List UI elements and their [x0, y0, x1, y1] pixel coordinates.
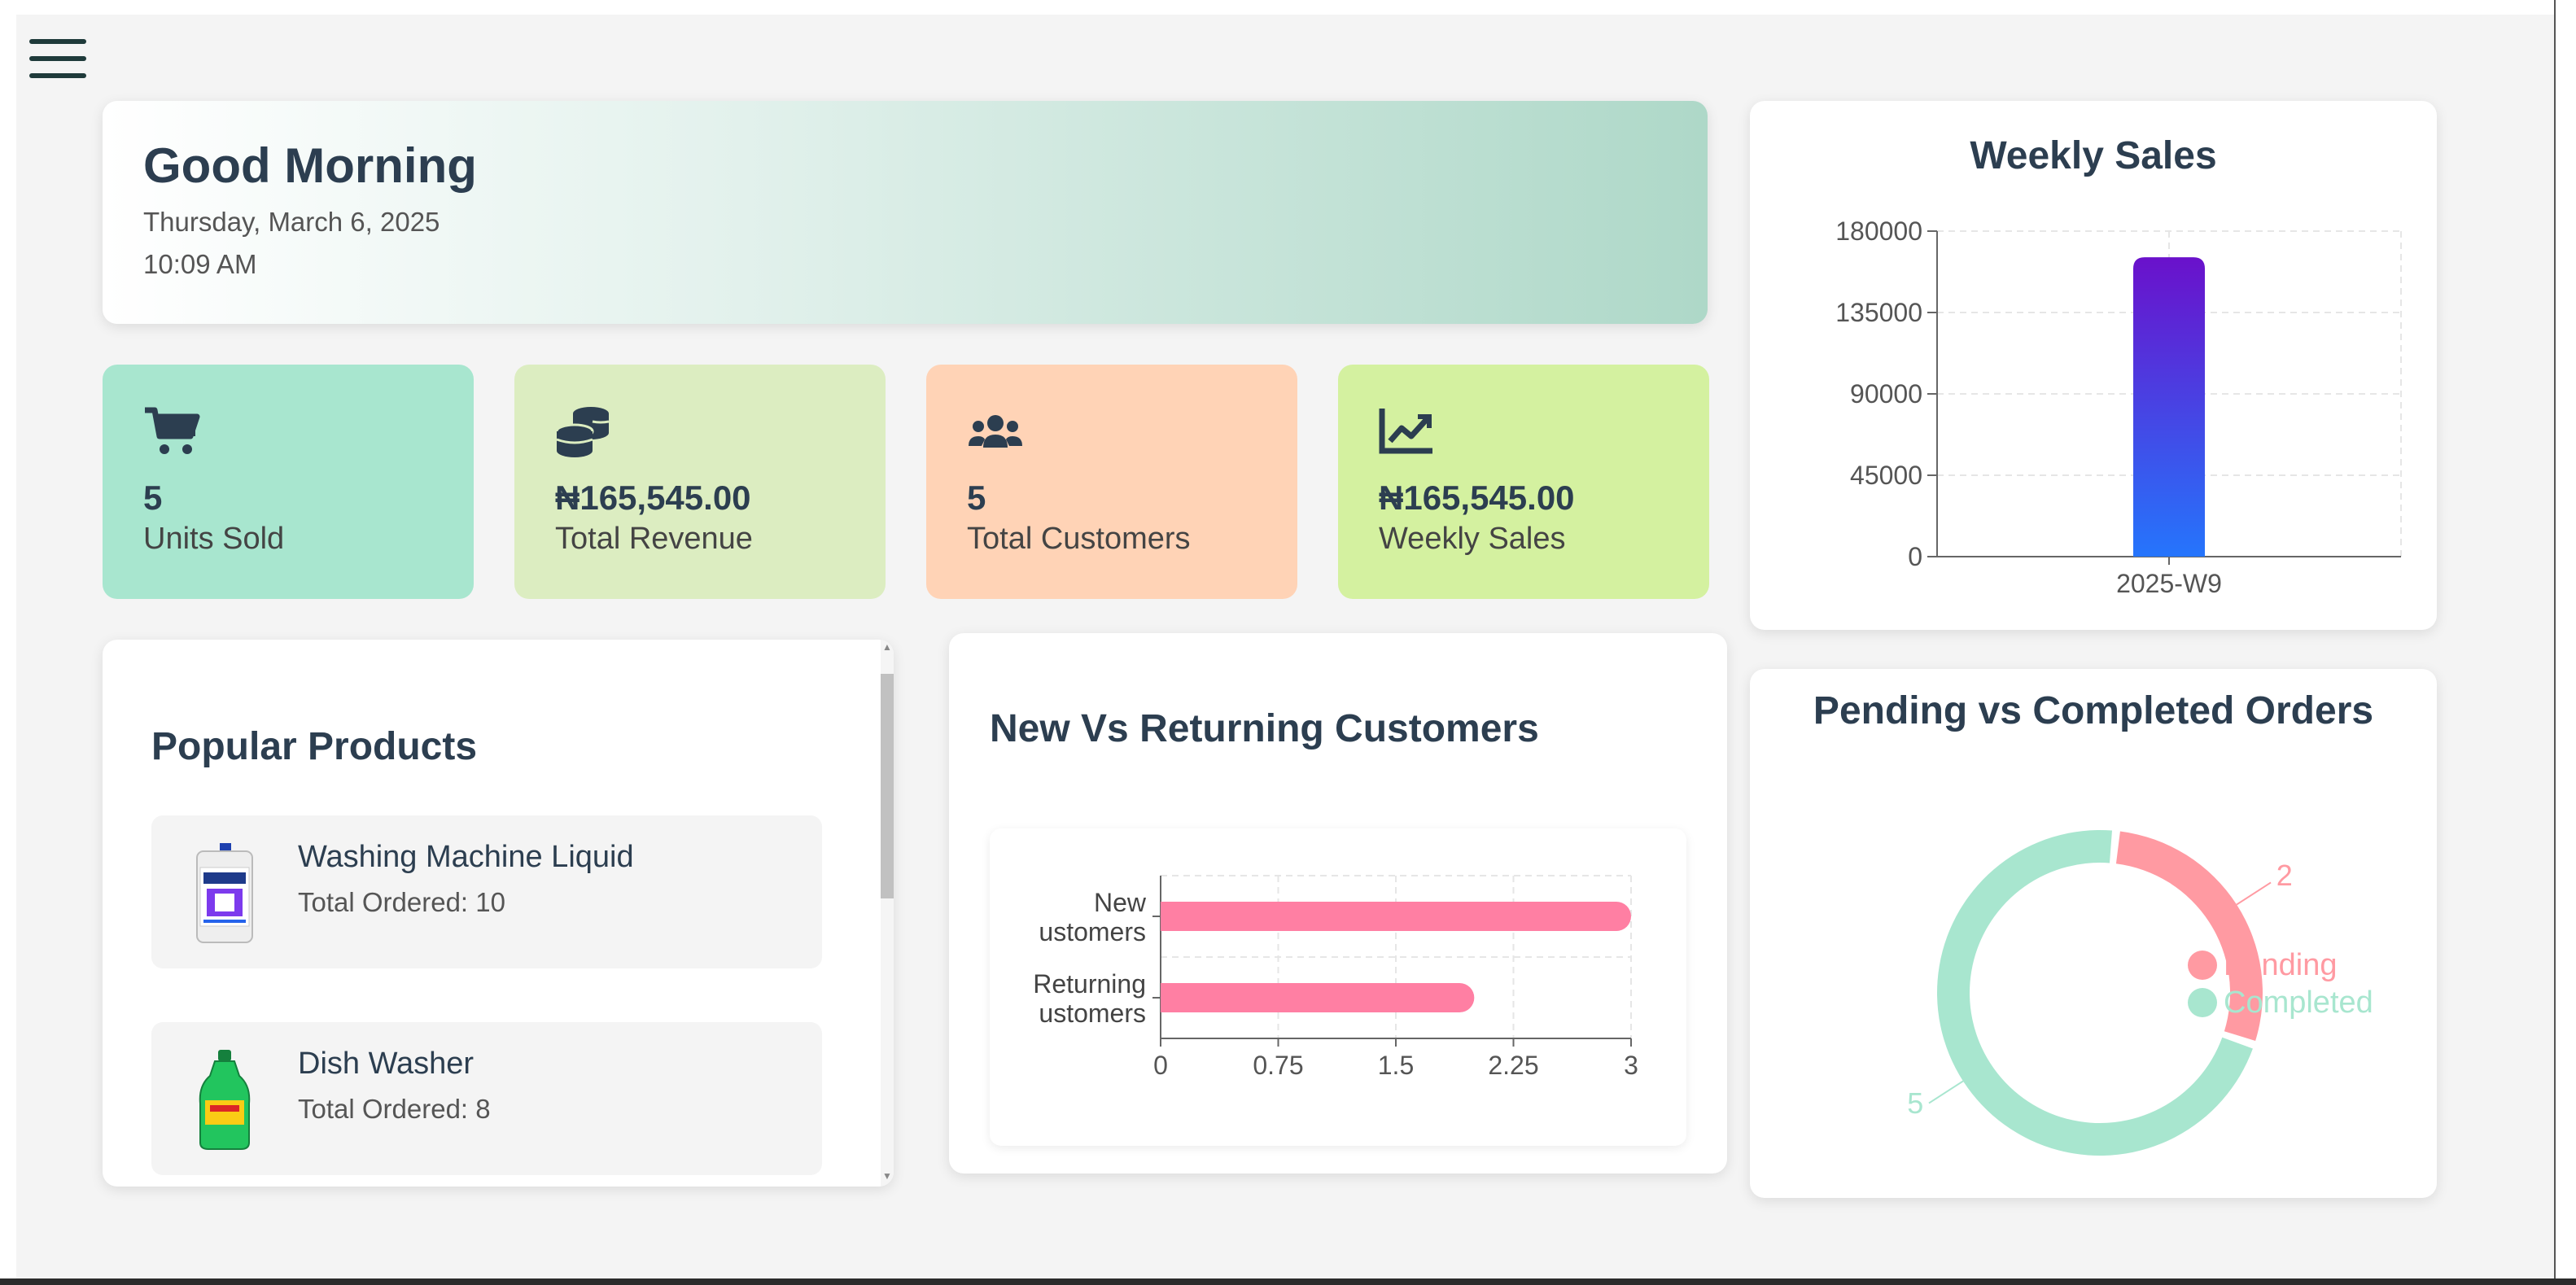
stat-value: 5 [967, 479, 986, 517]
y-tick-label: 135000 [1835, 298, 1922, 327]
stat-card-total-revenue: ₦165,545.00 Total Revenue [514, 365, 886, 599]
chart-title: New Vs Returning Customers [990, 707, 1539, 750]
product-ordered: Total Ordered: 10 [298, 887, 505, 917]
users-icon [969, 415, 1022, 448]
weekly-sales-chart: 180000 135000 90000 45000 0 2025-W9 [1835, 216, 2402, 598]
stat-label: Total Revenue [555, 522, 753, 556]
new-vs-returning-card: New Vs Returning Customers 0 0.75 1.5 2.25 3… [949, 633, 1727, 1174]
stat-card-weekly-sales: ₦165,545.00 Weekly Sales [1338, 365, 1709, 599]
chart-container: 0 0.75 1.5 2.25 3 New ustomers Returning ustomer… [990, 828, 1686, 1146]
menu-icon[interactable] [29, 34, 86, 83]
x-tick-label: 0 [1153, 1051, 1168, 1080]
x-tick-label: 0.75 [1253, 1051, 1303, 1080]
stat-card-units-sold: 5 Units Sold [103, 365, 474, 599]
list-item[interactable]: Washing Machine Liquid Total Ordered: 10 [151, 815, 822, 968]
y-tick-label: New [1094, 888, 1147, 917]
y-tick-label: 90000 [1850, 379, 1922, 409]
x-tick-label: 1.5 [1378, 1051, 1414, 1080]
new-vs-returning-chart: 0 0.75 1.5 2.25 3NewustomersReturningustomer… [1033, 875, 1638, 1080]
x-tick-label: 2025-W9 [2116, 569, 2222, 598]
stat-label: Total Customers [967, 522, 1191, 556]
cart-icon [145, 407, 200, 454]
stat-label: Units Sold [143, 522, 285, 556]
y-tick-label: 45000 [1850, 461, 1922, 490]
menu-line [29, 56, 86, 61]
y-tick-label: 0 [1908, 542, 1922, 571]
x-tick-label: 2.25 [1488, 1051, 1538, 1080]
bar [1161, 983, 1475, 1012]
product-name: Washing Machine Liquid [298, 840, 634, 874]
data-label: 5 [1907, 1086, 1923, 1120]
product-name: Dish Washer [298, 1047, 475, 1081]
product-image [199, 1050, 251, 1150]
legend-label: Pending [2224, 948, 2337, 982]
product-ordered: Total Ordered: 8 [298, 1094, 491, 1124]
data-label: 2 [2276, 859, 2293, 892]
window-edge [2554, 0, 2556, 1285]
bar [2133, 257, 2205, 557]
scrollbar[interactable]: ▲ ▼ [881, 640, 894, 1187]
product-image [196, 843, 253, 943]
coins-icon [555, 407, 610, 457]
stat-card-total-customers: 5 Total Customers [926, 365, 1297, 599]
scroll-down-icon[interactable]: ▼ [881, 1170, 894, 1182]
scroll-up-icon[interactable]: ▲ [881, 641, 894, 653]
legend-label: Completed [2224, 986, 2373, 1020]
y-tick-label: ustomers [1039, 917, 1146, 946]
orders-donut-chart: 2 5 Pending Completed [1907, 830, 2373, 1156]
stat-label: Weekly Sales [1379, 522, 1566, 556]
greeting-title: Good Morning [143, 138, 477, 193]
stat-value: ₦165,545.00 [1379, 479, 1575, 517]
section-title: Popular Products [151, 725, 478, 768]
stat-value: ₦165,545.00 [555, 479, 751, 517]
window-bottom-edge [0, 1278, 2576, 1285]
data-label-line [2236, 881, 2272, 906]
popular-products-card: Popular Products Washing Machine Liquid … [103, 640, 894, 1187]
bar [1161, 902, 1631, 931]
greeting-card: Good Morning Thursday, March 6, 2025 10:… [103, 101, 1708, 324]
x-tick-label: 3 [1624, 1051, 1638, 1080]
weekly-sales-card: Weekly Sales 180000 135000 90000 45000 0 2025… [1750, 101, 2437, 630]
menu-line [29, 39, 86, 44]
greeting-date: Thursday, March 6, 2025 [143, 207, 440, 237]
data-label-line [1928, 1080, 1964, 1104]
stat-value: 5 [143, 479, 163, 517]
list-item[interactable]: Dish Washer Total Ordered: 8 [151, 1022, 822, 1175]
menu-line [29, 73, 86, 78]
legend-marker [2188, 951, 2217, 980]
pending-vs-completed-card: Pending vs Completed Orders 2 5 Pending Com… [1750, 669, 2437, 1198]
y-tick-label: Returning [1033, 969, 1146, 999]
scrollbar-thumb[interactable] [881, 674, 894, 898]
legend-marker [2188, 988, 2217, 1017]
chart-line-icon [1379, 409, 1432, 454]
y-tick-label: ustomers [1039, 999, 1146, 1028]
y-tick-label: 180000 [1835, 216, 1922, 246]
greeting-time: 10:09 AM [143, 249, 257, 279]
